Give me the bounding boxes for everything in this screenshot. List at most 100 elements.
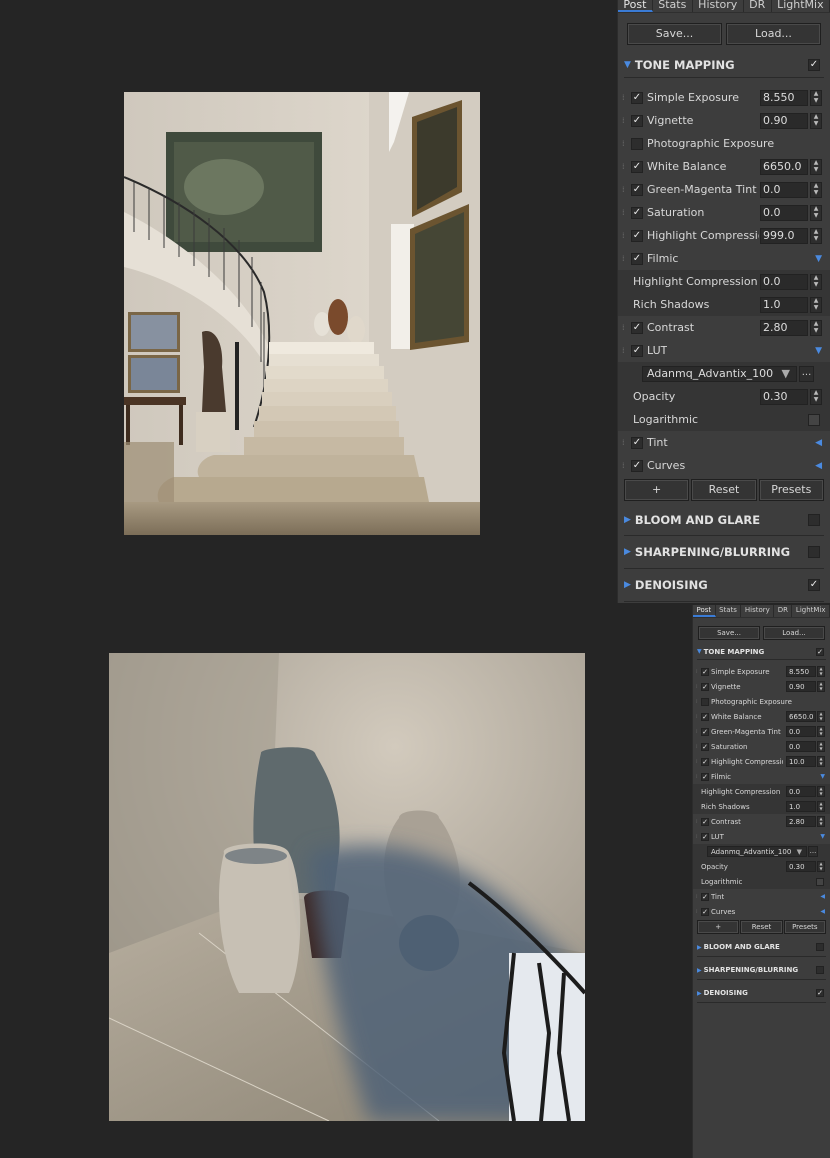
- denoising-enable-checkbox[interactable]: ✓: [808, 579, 820, 591]
- spin-down-icon[interactable]: ▼: [811, 327, 821, 335]
- lut-checkbox[interactable]: ✓: [631, 344, 643, 357]
- green-magenta-tint-checkbox[interactable]: ✓: [701, 727, 709, 736]
- filmic-highlight-compression-input[interactable]: [760, 273, 808, 290]
- section-tone-mapping[interactable]: ▼ TONE MAPPING ✓: [697, 644, 826, 660]
- drag-handle-icon[interactable]: ⁞: [622, 185, 631, 194]
- sharpening-enable-checkbox[interactable]: [808, 546, 820, 558]
- spin-down-icon[interactable]: ▼: [811, 120, 821, 128]
- spinner[interactable]: ▲ ▼: [817, 816, 825, 827]
- contrast-input[interactable]: [786, 816, 816, 827]
- simple-exposure-checkbox[interactable]: ✓: [701, 667, 709, 676]
- tab-post[interactable]: Post: [693, 605, 716, 617]
- rich-shadows-input[interactable]: [760, 296, 808, 313]
- logarithmic-checkbox[interactable]: [816, 877, 824, 886]
- section-denoising[interactable]: ▶ DENOISING ✓: [697, 984, 826, 1003]
- tone-mapping-enable-checkbox[interactable]: ✓: [808, 59, 820, 71]
- vignette-input[interactable]: [786, 681, 816, 692]
- photographic-exposure-checkbox[interactable]: [631, 137, 643, 150]
- reset-button[interactable]: Reset: [691, 479, 757, 501]
- opacity-input[interactable]: [786, 861, 816, 872]
- sharpening-enable-checkbox[interactable]: [816, 966, 824, 974]
- rich-shadows-input[interactable]: [786, 801, 816, 812]
- add-curve-button[interactable]: +: [624, 479, 690, 501]
- spinner[interactable]: ▲ ▼: [810, 112, 822, 129]
- tab-lightmix[interactable]: LightMix: [772, 0, 830, 12]
- spin-down-icon[interactable]: ▼: [818, 746, 824, 752]
- tab-stats[interactable]: Stats: [653, 0, 693, 12]
- spinner[interactable]: ▲ ▼: [817, 861, 825, 872]
- spin-down-icon[interactable]: ▼: [818, 821, 824, 827]
- logarithmic-checkbox[interactable]: [808, 413, 820, 426]
- tint-checkbox[interactable]: ✓: [701, 892, 709, 901]
- spin-down-icon[interactable]: ▼: [811, 212, 821, 220]
- green-magenta-tint-input[interactable]: [760, 181, 808, 198]
- white-balance-checkbox[interactable]: ✓: [701, 712, 709, 721]
- curves-checkbox[interactable]: ✓: [701, 907, 709, 916]
- lut-file-dropdown[interactable]: Adanmq_Advantix_100 ▼: [642, 365, 797, 382]
- drag-handle-icon[interactable]: ⁞: [622, 162, 631, 171]
- tone-mapping-enable-checkbox[interactable]: ✓: [816, 647, 824, 656]
- expand-down-icon[interactable]: ▼: [815, 254, 822, 264]
- spin-down-icon[interactable]: ▼: [818, 731, 824, 737]
- drag-handle-icon[interactable]: ⁞: [622, 231, 631, 240]
- collapsed-left-icon[interactable]: ◀: [820, 893, 825, 900]
- spinner[interactable]: ▲ ▼: [817, 741, 825, 752]
- load-button[interactable]: Load...: [726, 23, 821, 45]
- presets-button[interactable]: Presets: [758, 479, 824, 501]
- load-button[interactable]: Load...: [763, 626, 825, 640]
- spinner[interactable]: ▲ ▼: [810, 204, 822, 221]
- spinner[interactable]: ▲ ▼: [817, 756, 825, 767]
- section-tone-mapping[interactable]: ▼ TONE MAPPING ✓: [624, 53, 824, 78]
- section-bloom-and-glare[interactable]: ▶ BLOOM AND GLARE: [624, 505, 824, 536]
- save-button[interactable]: Save...: [627, 23, 722, 45]
- saturation-checkbox[interactable]: ✓: [631, 206, 643, 219]
- browse-lut-button[interactable]: ...: [799, 365, 814, 382]
- vignette-checkbox[interactable]: ✓: [631, 114, 643, 127]
- highlight-compression-checkbox[interactable]: ✓: [631, 229, 643, 242]
- save-button[interactable]: Save...: [698, 626, 760, 640]
- spin-down-icon[interactable]: ▼: [818, 686, 824, 692]
- lut-checkbox[interactable]: ✓: [701, 832, 709, 841]
- spin-down-icon[interactable]: ▼: [811, 166, 821, 174]
- spinner[interactable]: ▲ ▼: [810, 181, 822, 198]
- expand-down-icon[interactable]: ▼: [815, 346, 822, 356]
- spin-down-icon[interactable]: ▼: [811, 235, 821, 243]
- tint-checkbox[interactable]: ✓: [631, 436, 643, 449]
- section-bloom-and-glare[interactable]: ▶ BLOOM AND GLARE: [697, 938, 826, 957]
- section-denoising[interactable]: ▶ DENOISING ✓: [624, 569, 824, 602]
- green-magenta-tint-input[interactable]: [786, 726, 816, 737]
- highlight-compression-checkbox[interactable]: ✓: [701, 757, 709, 766]
- expand-down-icon[interactable]: ▼: [820, 833, 825, 840]
- white-balance-input[interactable]: [786, 711, 816, 722]
- vignette-input[interactable]: [760, 112, 808, 129]
- white-balance-checkbox[interactable]: ✓: [631, 160, 643, 173]
- drag-handle-icon[interactable]: ⁞: [622, 139, 631, 148]
- spin-down-icon[interactable]: ▼: [818, 671, 824, 677]
- tab-lightmix[interactable]: LightMix: [792, 605, 830, 617]
- tab-dr[interactable]: DR: [774, 605, 793, 617]
- drag-handle-icon[interactable]: ⁞: [622, 438, 631, 447]
- curves-checkbox[interactable]: ✓: [631, 459, 643, 472]
- spinner[interactable]: ▲ ▼: [817, 681, 825, 692]
- spin-down-icon[interactable]: ▼: [818, 716, 824, 722]
- spinner[interactable]: ▲ ▼: [810, 158, 822, 175]
- spinner[interactable]: ▲ ▼: [810, 388, 822, 405]
- spinner[interactable]: ▲ ▼: [810, 227, 822, 244]
- presets-button[interactable]: Presets: [783, 920, 826, 934]
- filmic-checkbox[interactable]: ✓: [631, 252, 643, 265]
- lut-file-dropdown[interactable]: Adanmq_Advantix_100 ▼: [707, 846, 807, 857]
- tab-post[interactable]: Post: [618, 0, 653, 12]
- spinner[interactable]: ▲ ▼: [817, 801, 825, 812]
- expand-down-icon[interactable]: ▼: [820, 773, 825, 780]
- drag-handle-icon[interactable]: ⁞: [622, 93, 631, 102]
- tab-history[interactable]: History: [693, 0, 744, 12]
- vignette-checkbox[interactable]: ✓: [701, 682, 709, 691]
- contrast-input[interactable]: [760, 319, 808, 336]
- browse-lut-button[interactable]: ...: [808, 846, 818, 857]
- spin-down-icon[interactable]: ▼: [811, 281, 821, 289]
- contrast-checkbox[interactable]: ✓: [701, 817, 709, 826]
- tab-history[interactable]: History: [741, 605, 775, 617]
- simple-exposure-input[interactable]: [786, 666, 816, 677]
- collapsed-left-icon[interactable]: ◀: [815, 438, 822, 448]
- spin-down-icon[interactable]: ▼: [818, 761, 824, 767]
